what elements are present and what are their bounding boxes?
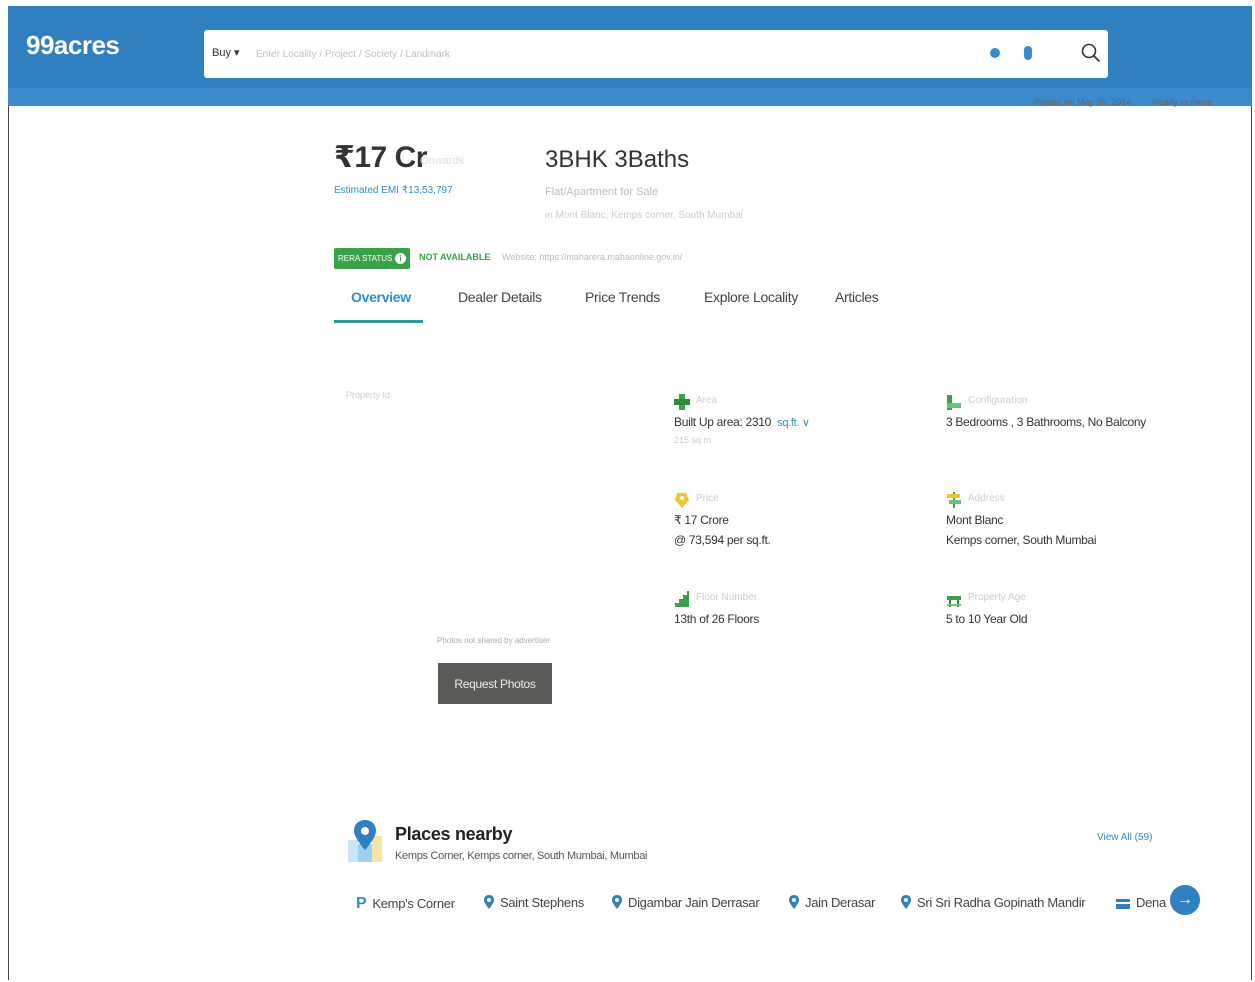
place-label: Dena: [1136, 895, 1166, 910]
location-pin-icon: [789, 895, 799, 909]
next-arrow-button[interactable]: →: [1170, 885, 1200, 915]
price-tag-icon: [675, 493, 689, 508]
configuration-value: 3 Bedrooms , 3 Bathrooms, No Balcony: [946, 415, 1146, 429]
property-id: Property Id: [346, 390, 391, 400]
area-sqm: 215 sq.m.: [674, 435, 714, 445]
address-locality: Kemps corner, South Mumbai: [946, 533, 1097, 547]
listing-location: in Mont Blanc, Kemps corner, South Mumba…: [545, 210, 743, 221]
floor-label: Floor Number: [696, 592, 758, 603]
built-up-area: Built Up area: 2310: [674, 415, 772, 429]
estimated-emi-link[interactable]: Estimated EMI ₹13,53,797: [334, 185, 453, 196]
buy-dropdown[interactable]: Buy ▾: [212, 46, 240, 59]
search-input[interactable]: [256, 44, 956, 64]
rera-website-link[interactable]: Website: https://maharera.mahaonline.gov…: [502, 252, 682, 262]
price-note: Onwards: [420, 155, 465, 167]
listing-type: Flat/Apartment for Sale: [545, 186, 659, 198]
price-per-sqft: @ 73,594 per sq.ft.: [674, 533, 771, 547]
place-label: Jain Derasar: [805, 895, 876, 910]
address-building: Mont Blanc: [946, 513, 1004, 527]
area-unit-dropdown[interactable]: sq.ft. ∨: [777, 417, 810, 429]
location-pin-icon: [901, 895, 911, 909]
stairs-icon: [675, 591, 689, 607]
price-label: Price: [696, 493, 719, 504]
place-item[interactable]: Saint Stephens: [484, 895, 584, 910]
map-pin-icon: [348, 820, 382, 862]
address-label: Address: [968, 493, 1005, 504]
floor-value: 13th of 26 Floors: [674, 612, 759, 626]
site-logo[interactable]: 99acres: [26, 30, 120, 61]
place-item[interactable]: P Kemp's Corner: [356, 895, 455, 913]
place-item[interactable]: Dena: [1116, 895, 1166, 910]
search-bar: Buy ▾: [204, 30, 1108, 78]
tab-dealer-details[interactable]: Dealer Details: [458, 289, 542, 305]
tab-overview[interactable]: Overview: [351, 289, 411, 305]
building-age-icon: [947, 596, 961, 607]
bed-icon: [947, 395, 961, 410]
detail-area: Area Built Up area: 2310 sq.ft. ∨ 215 sq…: [674, 393, 914, 453]
location-pin-icon: [484, 895, 494, 909]
listing-price: ₹17 Cr: [334, 141, 427, 174]
listing-tabs: Overview Dealer Details Price Trends Exp…: [334, 283, 894, 325]
listing-configuration: 3BHK 3Baths: [545, 146, 690, 173]
rera-badge-label: RERA STATUS: [338, 254, 393, 263]
place-item[interactable]: Jain Derasar: [789, 895, 875, 910]
detail-age: Property Age 5 to 10 Year Old: [946, 590, 1196, 630]
location-pin-icon: [612, 895, 622, 909]
bank-icon: [1116, 899, 1130, 909]
places-list: P Kemp's Corner Saint Stephens Digambar J…: [356, 892, 1176, 916]
microphone-icon[interactable]: [1024, 46, 1032, 60]
detail-configuration: Configuration 3 Bedrooms , 3 Bathrooms, …: [946, 393, 1196, 433]
location-icon[interactable]: [990, 48, 1000, 58]
place-label: Digambar Jain Derrasar: [628, 895, 760, 910]
signpost-icon: [947, 492, 961, 508]
tab-price-trends[interactable]: Price Trends: [585, 289, 660, 305]
detail-price: Price ₹ 17 Crore @ 73,594 per sq.ft.: [674, 491, 914, 551]
place-label: Sri Sri Radha Gopinath Mandir: [917, 895, 1086, 910]
rera-badge: RERA STATUS i: [334, 248, 410, 269]
price-value: ₹ 17 Crore: [674, 513, 729, 527]
detail-floor: Floor Number 13th of 26 Floors: [674, 590, 914, 630]
tab-articles[interactable]: Articles: [835, 289, 879, 305]
places-nearby-title: Places nearby: [395, 824, 513, 844]
place-label: Saint Stephens: [500, 895, 584, 910]
rera-status: NOT AVAILABLE: [419, 252, 491, 262]
place-item[interactable]: Digambar Jain Derrasar: [612, 895, 760, 910]
place-label: Kemp's Corner: [372, 896, 455, 911]
age-value: 5 to 10 Year Old: [946, 612, 1028, 626]
photos-hint: Photos not shared by advertiser: [437, 636, 550, 645]
site-header: 99acres Buy ▾: [8, 6, 1252, 106]
tab-explore-locality[interactable]: Explore Locality: [704, 289, 798, 305]
request-photos-button[interactable]: Request Photos: [438, 663, 552, 704]
age-label: Property Age: [968, 592, 1026, 603]
parking-icon: P: [356, 895, 367, 912]
detail-address: Address Mont Blanc Kemps corner, South M…: [946, 491, 1196, 551]
info-icon[interactable]: i: [395, 253, 406, 264]
active-tab-indicator: [334, 320, 423, 323]
search-icon[interactable]: [1080, 42, 1102, 64]
posted-date: Posted on May 30, 2014: [1034, 97, 1132, 107]
configuration-label: Configuration: [968, 395, 1028, 406]
view-all-link[interactable]: View All (59): [1097, 832, 1152, 843]
area-value: Built Up area: 2310 sq.ft. ∨: [674, 415, 810, 429]
area-label: Area: [696, 395, 718, 406]
places-nearby-subtitle: Kemps Corner, Kemps corner, South Mumbai…: [395, 850, 648, 862]
area-icon: [674, 394, 690, 410]
place-item[interactable]: Sri Sri Radha Gopinath Mandir: [901, 895, 1086, 910]
possession-status: Ready to move: [1152, 97, 1213, 107]
